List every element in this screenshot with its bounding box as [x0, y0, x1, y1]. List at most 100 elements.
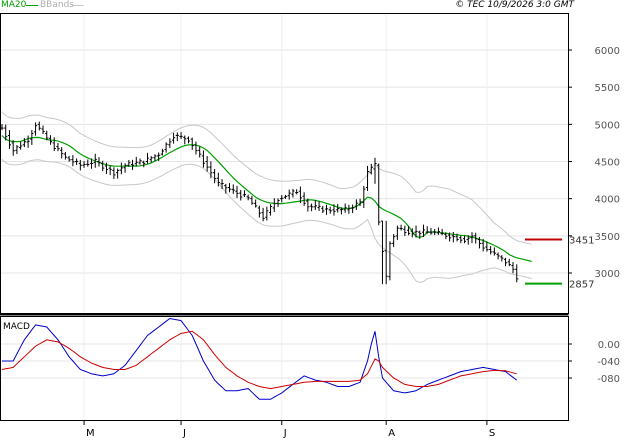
price-bar [205, 155, 209, 172]
price-bar [101, 160, 105, 172]
price-bar [67, 155, 71, 162]
macd-panel-frame [0, 316, 569, 421]
price-bar [261, 207, 265, 222]
price-bar [399, 224, 403, 231]
price-bar [75, 158, 79, 165]
legend-ma20-swatch [26, 5, 38, 6]
macd-line [2, 317, 518, 400]
price-bar [41, 125, 45, 134]
price-bar [433, 228, 437, 236]
price-bar [362, 185, 366, 208]
bband-upper-line [1, 111, 532, 245]
price-bar [317, 201, 321, 211]
price-bar [86, 159, 90, 167]
y-tick-label: 4500 [595, 158, 620, 169]
y-tick-label: 3000 [595, 269, 620, 280]
macd-series [1, 317, 518, 400]
price-bar [436, 227, 441, 235]
price-bar [112, 167, 116, 179]
price-bar [440, 228, 444, 236]
price-bar [164, 142, 168, 153]
x-tick-label: S [489, 428, 495, 439]
price-bar [365, 165, 370, 192]
x-axis-ticks: MJJAS [83, 420, 495, 439]
price-bar [291, 188, 295, 198]
macd-panel-label: MACD [3, 322, 30, 332]
macd-y-tick-label: -080 [597, 374, 620, 385]
price-bar [82, 161, 86, 168]
stock-chart: 3451 2857 3000 3500 4000 4500 5000 5500 6000 0.0… [0, 13, 620, 439]
main-panel-frame [0, 13, 569, 314]
price-bar [276, 198, 280, 207]
price-bar [160, 148, 164, 156]
price-bar [194, 141, 198, 155]
x-tick-label: J [182, 428, 186, 439]
price-bar [242, 190, 247, 198]
price-bar [186, 136, 191, 144]
price-bar [451, 231, 455, 243]
legend-ma20-label: MA20 [1, 0, 27, 10]
price-bar [328, 206, 332, 214]
y-tick-label: 5000 [595, 120, 620, 131]
price-bar [190, 137, 194, 150]
price-bar [231, 184, 235, 194]
price-bar [384, 220, 388, 285]
price-bar [489, 246, 493, 255]
bband-lower-line [1, 158, 532, 283]
price-bar [295, 189, 299, 195]
price-bar [11, 140, 15, 156]
y-axis-ticks: 3000 3500 4000 4500 5000 5500 6000 0.00 -040 -080 [568, 46, 620, 385]
price-bar [250, 195, 254, 205]
copyright-timestamp: © TEC 10/9/2026 3:0 GMT [455, 0, 574, 10]
price-bar [369, 163, 373, 175]
y-tick-label: 3500 [595, 232, 620, 243]
price-bar [459, 235, 463, 244]
price-bar [388, 241, 392, 281]
price-bar [63, 151, 68, 160]
price-bar [287, 189, 291, 200]
price-bar [492, 247, 496, 256]
legend-bbands: BBands [40, 0, 74, 10]
price-bar [395, 225, 399, 240]
price-bar [37, 121, 41, 131]
price-bar [354, 199, 358, 210]
resistance-level-label: 3451 [569, 235, 594, 246]
price-bar [377, 163, 381, 226]
price-bar [313, 200, 317, 211]
legend-bbands-label: BBands [40, 0, 74, 10]
x-tick-label: A [388, 428, 395, 439]
price-bar [108, 165, 112, 176]
price-bar [183, 135, 187, 145]
price-bar [15, 145, 19, 155]
price-bar [145, 152, 150, 164]
price-bar [123, 163, 127, 173]
price-bar [254, 199, 258, 208]
price-bar [403, 225, 407, 237]
price-bar [19, 141, 23, 150]
price-bar [511, 262, 515, 274]
price-bar [500, 255, 504, 262]
macd-y-tick-label: -040 [597, 357, 620, 368]
price-bar [235, 185, 239, 199]
y-tick-label: 6000 [595, 46, 620, 57]
legend-ma20: MA20 [1, 0, 26, 10]
price-bar [462, 235, 467, 244]
price-bar [201, 150, 206, 168]
price-bar [321, 205, 325, 214]
legend-bbands-swatch [72, 5, 84, 6]
price-bar [179, 132, 183, 140]
level-markers: 3451 2857 [525, 235, 594, 291]
price-bar [168, 138, 172, 149]
price-bar [503, 257, 508, 267]
price-bar [324, 204, 329, 215]
price-bar [246, 194, 250, 201]
price-bar [60, 147, 64, 159]
price-bar [347, 204, 351, 214]
x-tick-label: M [86, 428, 95, 439]
price-bar [507, 258, 511, 267]
price-bar [496, 252, 500, 260]
price-bar [265, 206, 269, 221]
price-bars [0, 121, 519, 285]
price-bar [227, 183, 232, 193]
price-bar [224, 183, 228, 194]
